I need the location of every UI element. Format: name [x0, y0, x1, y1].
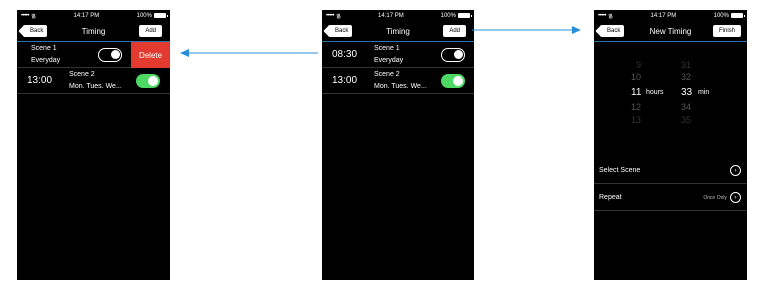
picker-minute-option[interactable]: 34: [681, 102, 691, 112]
status-time: 14:17 PM: [650, 12, 677, 19]
list-item-scene-1[interactable]: Scene 1 Everyday Delete: [17, 42, 170, 68]
repeat-label: Repeat: [599, 194, 622, 201]
scene-name: Scene 2: [374, 71, 400, 78]
chevron-right-icon: ›: [730, 192, 741, 203]
repeat-text: Everyday: [31, 57, 61, 64]
arrow-right-icon: [472, 26, 581, 34]
status-bar: ••••• ᯾ 14:17 PM 100%: [322, 10, 474, 21]
add-button[interactable]: Add: [139, 25, 162, 37]
nav-bar: Back Timing Add: [322, 21, 474, 42]
battery-percent: 100%: [440, 12, 456, 19]
chevron-right-icon: ›: [730, 165, 741, 176]
status-time: 14:17 PM: [73, 12, 100, 19]
nav-bar: Back Timing Add: [17, 21, 170, 42]
select-scene-label: Select Scene: [599, 167, 641, 174]
status-bar: ••••• ᯾ 14:17 PM 100%: [17, 10, 170, 21]
scene-name: Scene 1: [374, 45, 400, 52]
battery-percent: 100%: [136, 12, 152, 19]
phone-screen-timing-delete: ••••• ᯾ 14:17 PM 100% Back Timing Add Sce…: [17, 10, 170, 280]
repeat-text: Mon. Tues. We...: [374, 83, 427, 90]
picker-minute-option[interactable]: 32: [681, 72, 691, 82]
back-button[interactable]: Back: [23, 25, 48, 37]
enable-toggle[interactable]: [136, 74, 160, 88]
enable-toggle[interactable]: [98, 48, 122, 62]
battery-icon: [153, 13, 168, 18]
repeat-value: Once Only: [703, 195, 727, 201]
picker-hour-option[interactable]: 12: [631, 102, 641, 112]
phone-screen-new-timing: ••••• ᯾ 14:17 PM 100% Back New Timing Fin…: [594, 10, 747, 280]
picker-minute-selected[interactable]: 33: [681, 87, 692, 98]
picker-hour-option[interactable]: 9: [636, 60, 641, 70]
list-item-scene-1[interactable]: 08:30 Scene 1 Everyday: [322, 42, 474, 68]
signal-icon: •••••: [21, 12, 30, 19]
signal-icon: •••••: [598, 12, 607, 19]
repeat-row[interactable]: Repeat Once Only ›: [594, 185, 747, 211]
add-button[interactable]: Add: [443, 25, 466, 37]
battery-icon: [730, 13, 745, 18]
back-button[interactable]: Back: [600, 25, 625, 37]
select-scene-row[interactable]: Select Scene ›: [594, 158, 747, 184]
phone-screen-timing-list: ••••• ᯾ 14:17 PM 100% Back Timing Add 08:…: [322, 10, 474, 280]
battery-icon: [457, 13, 472, 18]
timer-time: 08:30: [332, 49, 358, 60]
status-time: 14:17 PM: [378, 12, 404, 19]
picker-minute-option[interactable]: 31: [681, 60, 691, 70]
repeat-text: Everyday: [374, 57, 404, 64]
list-item-scene-2[interactable]: 13:00 Scene 2 Mon. Tues. We...: [17, 68, 170, 94]
scene-name: Scene 1: [31, 45, 57, 52]
picker-hour-option[interactable]: 13: [631, 115, 641, 125]
wifi-icon: ᯾: [608, 13, 614, 20]
hours-unit-label: hours: [646, 89, 664, 96]
minutes-unit-label: min: [698, 89, 710, 96]
scene-name: Scene 2: [69, 71, 95, 78]
enable-toggle[interactable]: [441, 48, 465, 62]
nav-bar: Back New Timing Finish: [594, 21, 747, 42]
timer-time: 13:00: [332, 75, 358, 86]
delete-button[interactable]: Delete: [131, 42, 170, 68]
repeat-text: Mon. Tues. We...: [69, 83, 122, 90]
finish-button[interactable]: Finish: [712, 25, 741, 37]
wifi-icon: ᯾: [31, 13, 37, 20]
back-button[interactable]: Back: [328, 25, 353, 37]
status-bar: ••••• ᯾ 14:17 PM 100%: [594, 10, 747, 21]
page-title: Timing: [386, 26, 410, 36]
picker-hour-option[interactable]: 10: [631, 72, 641, 82]
page-title: Timing: [81, 26, 106, 36]
battery-percent: 100%: [713, 12, 729, 19]
arrow-left-icon: [180, 49, 318, 57]
wifi-icon: ᯾: [336, 13, 342, 20]
signal-icon: •••••: [326, 12, 335, 19]
picker-minute-option[interactable]: 35: [681, 115, 691, 125]
enable-toggle[interactable]: [441, 74, 465, 88]
list-item-scene-2[interactable]: 13:00 Scene 2 Mon. Tues. We...: [322, 68, 474, 94]
page-title: New Timing: [649, 26, 692, 36]
timer-time: 13:00: [27, 75, 53, 86]
picker-hour-selected[interactable]: 11: [631, 87, 641, 98]
